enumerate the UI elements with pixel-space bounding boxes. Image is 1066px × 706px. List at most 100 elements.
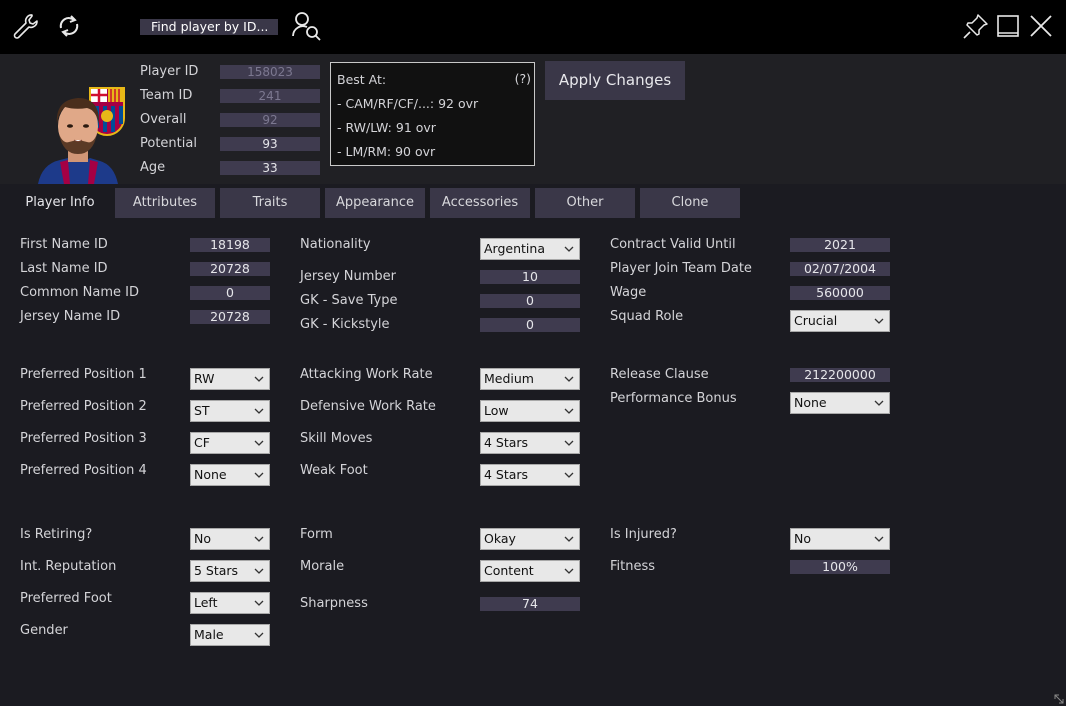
morale-select[interactable]: Content — [480, 560, 580, 582]
preferred-position-4-select[interactable]: None — [190, 464, 270, 486]
potential-input[interactable]: 93 — [220, 137, 320, 151]
jersey-number-label: Jersey Number — [300, 269, 396, 284]
resize-grip-icon[interactable] — [1054, 694, 1064, 704]
select-value: Okay — [484, 531, 516, 546]
chevron-down-icon — [254, 472, 264, 478]
int-reputation-select[interactable]: 5 Stars — [190, 560, 270, 582]
squad-role-label: Squad Role — [610, 309, 684, 324]
common-name-id-input[interactable]: 0 — [190, 286, 270, 300]
chevron-down-icon — [564, 408, 574, 414]
preferred-position-1-select[interactable]: RW — [190, 368, 270, 390]
preferred-position-4-label: Preferred Position 4 — [20, 463, 147, 478]
common-name-id-label: Common Name ID — [20, 285, 140, 300]
gender-label: Gender — [20, 623, 68, 638]
potential-label: Potential — [140, 136, 197, 151]
is-retiring-select[interactable]: No — [190, 528, 270, 550]
chevron-down-icon — [254, 568, 264, 574]
refresh-icon[interactable] — [56, 12, 82, 40]
release-clause-input[interactable]: 212200000 — [790, 368, 890, 382]
preferred-position-1-label: Preferred Position 1 — [20, 367, 147, 382]
attacking-work-rate-label: Attacking Work Rate — [300, 367, 433, 382]
pin-icon[interactable] — [962, 12, 990, 40]
select-value: CF — [194, 435, 210, 450]
jersey-number-input[interactable]: 10 — [480, 270, 580, 284]
best-at-title: Best At: — [337, 72, 387, 87]
select-value: RW — [194, 371, 215, 386]
user-search-icon[interactable] — [290, 10, 322, 42]
player-id-row: Player ID 158023 — [140, 62, 320, 82]
tab-player-info[interactable]: Player Info — [10, 188, 110, 218]
defensive-work-rate-label: Defensive Work Rate — [300, 399, 436, 414]
skill-moves-select[interactable]: 4 Stars — [480, 432, 580, 454]
preferred-foot-label: Preferred Foot — [20, 591, 112, 606]
select-value: Male — [194, 627, 224, 642]
chevron-down-icon — [564, 246, 574, 252]
fitness-input[interactable]: 100% — [790, 560, 890, 574]
chevron-down-icon — [564, 376, 574, 382]
maximize-icon[interactable] — [996, 14, 1020, 38]
age-row: Age 33 — [140, 158, 320, 178]
form-select[interactable]: Okay — [480, 528, 580, 550]
last-name-id-input[interactable]: 20728 — [190, 262, 270, 276]
preferred-position-2-select[interactable]: ST — [190, 400, 270, 422]
tab-traits[interactable]: Traits — [220, 188, 320, 218]
chevron-down-icon — [254, 600, 264, 606]
chevron-down-icon — [564, 568, 574, 574]
first-name-id-input[interactable]: 18198 — [190, 238, 270, 252]
wage-label: Wage — [610, 285, 647, 300]
is-retiring-label: Is Retiring? — [20, 527, 93, 542]
attacking-work-rate-select[interactable]: Medium — [480, 368, 580, 390]
gk-kickstyle-label: GK - Kickstyle — [300, 317, 390, 332]
tab-other[interactable]: Other — [535, 188, 635, 218]
performance-bonus-select[interactable]: None — [790, 392, 890, 414]
contract-valid-until-input[interactable]: 2021 — [790, 238, 890, 252]
select-value: 4 Stars — [484, 435, 529, 450]
overall-row: Overall 92 — [140, 110, 320, 130]
select-value: Crucial — [794, 313, 838, 328]
defensive-work-rate-select[interactable]: Low — [480, 400, 580, 422]
close-icon[interactable] — [1029, 14, 1053, 38]
select-value: Argentina — [484, 241, 545, 256]
tab-appearance[interactable]: Appearance — [325, 188, 425, 218]
nationality-label: Nationality — [300, 237, 371, 252]
gk-kickstyle-input[interactable]: 0 — [480, 318, 580, 332]
release-clause-label: Release Clause — [610, 367, 709, 382]
jersey-name-id-label: Jersey Name ID — [20, 309, 121, 324]
player-join-team-date-label: Player Join Team Date — [610, 261, 752, 276]
chevron-down-icon — [564, 472, 574, 478]
preferred-position-3-select[interactable]: CF — [190, 432, 270, 454]
best-at-help[interactable]: (?) — [515, 71, 531, 86]
tab-clone[interactable]: Clone — [640, 188, 740, 218]
wage-input[interactable]: 560000 — [790, 286, 890, 300]
tab-accessories[interactable]: Accessories — [430, 188, 530, 218]
preferred-foot-select[interactable]: Left — [190, 592, 270, 614]
squad-role-select[interactable]: Crucial — [790, 310, 890, 332]
weak-foot-select[interactable]: 4 Stars — [480, 464, 580, 486]
weak-foot-label: Weak Foot — [300, 463, 368, 478]
best-at-line: - RW/LW: 91 ovr — [337, 120, 436, 135]
gk-save-type-label: GK - Save Type — [300, 293, 398, 308]
find-player-button[interactable]: Find player by ID... — [140, 19, 278, 35]
player-id-label: Player ID — [140, 64, 199, 79]
jersey-name-id-input[interactable]: 20728 — [190, 310, 270, 324]
gender-select[interactable]: Male — [190, 624, 270, 646]
chevron-down-icon — [564, 536, 574, 542]
player-join-team-date-input[interactable]: 02/07/2004 — [790, 262, 890, 276]
overall-field: 92 — [220, 113, 320, 127]
wrench-icon[interactable] — [12, 12, 40, 40]
sharpness-input[interactable]: 74 — [480, 597, 580, 611]
team-id-row: Team ID 241 — [140, 86, 320, 106]
preferred-position-3-label: Preferred Position 3 — [20, 431, 147, 446]
gk-save-type-input[interactable]: 0 — [480, 294, 580, 308]
nationality-select[interactable]: Argentina — [480, 238, 580, 260]
player-header: Player ID 158023 Team ID 241 Overall 92 … — [0, 54, 1066, 184]
age-input[interactable]: 33 — [220, 161, 320, 175]
first-name-id-label: First Name ID — [20, 237, 108, 252]
best-at-line: - LM/RM: 90 ovr — [337, 144, 436, 159]
chevron-down-icon — [874, 318, 884, 324]
apply-changes-button[interactable]: Apply Changes — [545, 61, 685, 100]
tab-attributes[interactable]: Attributes — [115, 188, 215, 218]
team-id-label: Team ID — [140, 88, 193, 103]
skill-moves-label: Skill Moves — [300, 431, 373, 446]
is-injured-select[interactable]: No — [790, 528, 890, 550]
